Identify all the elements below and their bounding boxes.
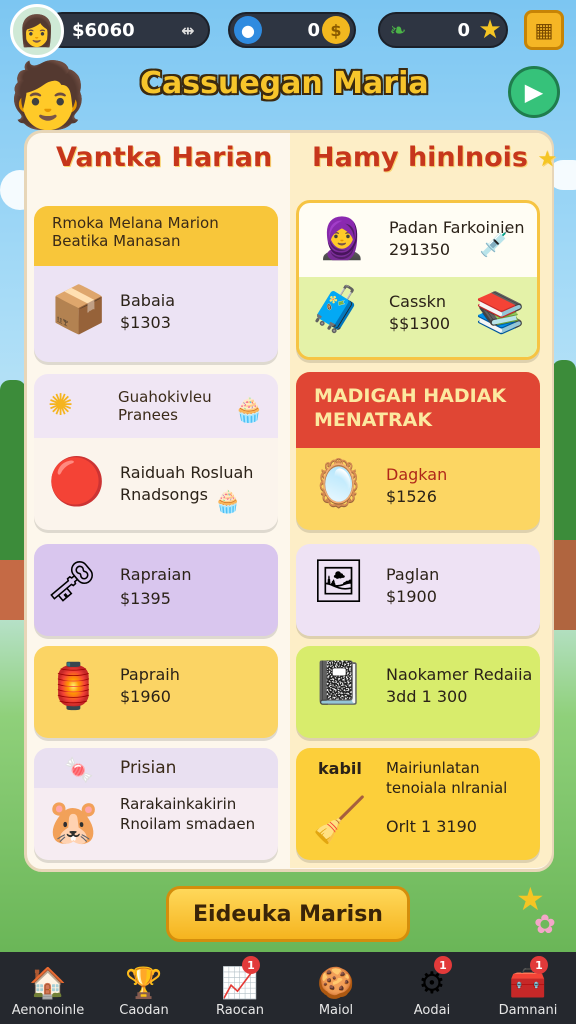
avatar[interactable]: 👩 (10, 4, 64, 58)
gem-icon: ● (234, 16, 262, 44)
offer-card[interactable]: Prisian 🍬 🐹 Rarakainkakirin Rnoilam smad… (34, 748, 278, 860)
notification-badge: 1 (242, 956, 260, 974)
notification-badge: 1 (530, 956, 548, 974)
nav-item-cookie[interactable]: 🍪 Maiol (288, 952, 384, 1024)
offer-card[interactable]: 📓 Naokamer Redaiia 3dd 1 300 (296, 646, 540, 738)
item-price: $1526 (386, 487, 437, 506)
offer-card[interactable]: Rmoka Melana Marion Beatika Manasan 📦 Ba… (34, 206, 278, 362)
nav-label: Caodan (119, 1003, 169, 1018)
main-action-button[interactable]: Eideuka Marisn (166, 886, 410, 942)
nav-label: Raocan (215, 1003, 265, 1018)
top-hud: $6060 ⇹ 👩 ● 0 $ ❧ 0 ★ ▦ (0, 0, 576, 60)
item-price: Orlt 1 3190 (386, 817, 477, 836)
item-name: Naokamer Redaiia (386, 665, 533, 684)
bottom-nav: 🏠 Aenonoinle 🏆 Caodan 📈 Raocan 1 🍪 Maiol… (0, 952, 576, 1024)
nav-item-trophy[interactable]: 🏆 Caodan (96, 952, 192, 1024)
nav-label: Aenonoinle (11, 1003, 85, 1018)
flower-icon: ✿ (534, 910, 556, 940)
leaf-value: 0 (457, 19, 470, 41)
grid-icon: ▦ (534, 18, 554, 42)
cookie-icon: 🍪 (317, 966, 355, 1001)
hamster-icon: 🐹 (46, 797, 101, 848)
character-icon: 🧕 (317, 216, 367, 262)
mirror-icon: 🪞 (310, 456, 368, 510)
leaf-icon: ❧ (389, 18, 407, 42)
key-icon: 🗝 (46, 559, 97, 605)
offer-card[interactable]: 🖼 Paglan $1900 (296, 544, 540, 636)
menu-button[interactable]: ▦ (524, 10, 564, 50)
left-column-title: Vantka Harian (56, 142, 273, 173)
item-name: Rapraian (120, 565, 192, 584)
broom-icon: 🧹 (312, 795, 367, 846)
nav-label: Maiol (318, 1003, 354, 1018)
coin-icon: $ (322, 16, 350, 44)
item-price: $1303 (120, 313, 171, 332)
star-icon: ★ (478, 15, 502, 45)
move-icon: ⇹ (181, 20, 195, 40)
item-name: Padan Farkoinien (389, 218, 525, 237)
nav-item-chart[interactable]: 📈 Raocan 1 (192, 952, 288, 1024)
nav-label: Damnani (498, 1003, 558, 1018)
play-button[interactable]: ▶ (508, 66, 560, 118)
item-name: Raiduah Rosluah Rnadsongs (120, 463, 254, 504)
tablet-icon: 🧳 (309, 284, 364, 335)
item-price: 291350 (389, 240, 451, 259)
card-banner: Rmoka Melana Marion Beatika Manasan (34, 206, 278, 266)
item-price: 3dd 1 300 (386, 687, 468, 706)
candy-icon: 🍬 (64, 756, 94, 784)
nav-item-home[interactable]: 🏠 Aenonoinle (0, 952, 96, 1024)
play-icon: ▶ (524, 78, 544, 106)
item-price: $$1300 (389, 314, 451, 333)
nav-item-settings[interactable]: ⚙ Aodai 1 (384, 952, 480, 1024)
gem-counter[interactable]: ● 0 $ (228, 12, 356, 48)
offer-card[interactable]: MADIGAH HADIAK MENATRAK 🪞 Dagkan $1526 (296, 372, 540, 530)
candy-icon: ✺ (48, 388, 74, 423)
card-banner: MADIGAH HADIAK MENATRAK (296, 372, 540, 448)
house (0, 560, 26, 620)
right-column-title-text: Hamy hinlnois (312, 142, 528, 173)
muffin-icon: 🧁 (214, 490, 242, 515)
item-tag: kabil (318, 759, 362, 778)
ball-icon: 🔴 (48, 454, 106, 508)
crate-icon: 📚 (475, 290, 525, 336)
nav-label: Aodai (413, 1003, 451, 1018)
trophy-icon: 🏆 (125, 966, 163, 1001)
muffin-icon: 🧁 (234, 396, 264, 424)
notification-badge: 1 (434, 956, 452, 974)
coin-value: $6060 (72, 19, 135, 41)
gem-value: 0 (307, 19, 320, 41)
offer-card[interactable]: 🧕 💉 Padan Farkoinien 291350 🧳 Casskn $$1… (296, 200, 540, 360)
item-name: Paglan (386, 565, 440, 584)
frame-icon: 🖼 (312, 556, 366, 605)
page-title: Cassuegan Maria (140, 66, 429, 101)
right-column-title: Hamy hinlnois ★ (312, 142, 557, 173)
item-name: Casskn (389, 292, 447, 311)
leaf-counter[interactable]: ❧ 0 ★ (378, 12, 508, 48)
coin-counter[interactable]: $6060 ⇹ (44, 12, 210, 48)
house (552, 540, 576, 630)
item-price: $1395 (120, 589, 171, 608)
star-icon: ★ (537, 147, 558, 172)
item-name: Babaia (120, 291, 175, 310)
nav-item-chest[interactable]: 🧰 Damnani 1 (480, 952, 576, 1024)
offer-card[interactable]: Guahokivleu Pranees ✺ 🧁 🔴 Raiduah Roslua… (34, 374, 278, 530)
item-name: Papraih (120, 665, 180, 684)
item-name: Mairiunlatan tenoiala nlranial (386, 759, 508, 797)
item-price: $1900 (386, 587, 437, 606)
box-icon: 📦 (50, 282, 108, 336)
item-price: $1960 (120, 687, 171, 706)
notebook-icon: 📓 (312, 658, 365, 707)
offer-card[interactable]: 🏮 Papraih $1960 (34, 646, 278, 738)
offer-card[interactable]: kabil Mairiunlatan tenoiala nlranial 🧹 O… (296, 748, 540, 860)
item-name: Dagkan (386, 465, 448, 484)
offer-card[interactable]: 🗝 Rapraian $1395 (34, 544, 278, 636)
item-name: Rarakainkakirin Rnoilam smadaen (120, 795, 256, 833)
home-icon: 🏠 (29, 966, 67, 1001)
lantern-icon: 🏮 (46, 661, 101, 712)
